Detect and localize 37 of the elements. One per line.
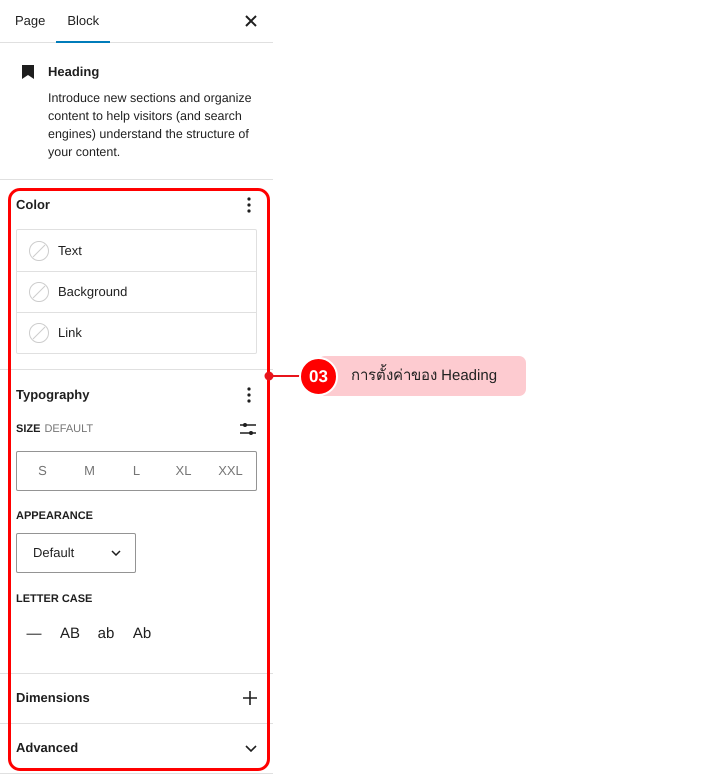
tab[interactable]: Page: [4, 0, 56, 43]
size-option[interactable]: XXL: [207, 460, 254, 480]
letter-case-option[interactable]: Ab: [124, 616, 160, 652]
bookmark-icon: [22, 65, 34, 79]
section-title: Advanced: [16, 739, 78, 758]
appearance-select[interactable]: Default: [16, 533, 136, 573]
block-title: Heading: [48, 64, 100, 80]
size-label: SIZE: [16, 422, 40, 437]
section-title: Typography: [16, 386, 90, 404]
color-option[interactable]: Background: [17, 271, 256, 312]
empty-swatch-icon: [29, 323, 49, 343]
letter-case-option[interactable]: AB: [52, 616, 88, 652]
letter-case-option[interactable]: —: [16, 616, 52, 652]
letter-case-option[interactable]: ab: [88, 616, 124, 652]
letter-case-label: LETTER CASE: [16, 592, 94, 607]
size-option[interactable]: S: [19, 460, 66, 480]
section-title: Color: [16, 196, 50, 214]
empty-swatch-icon: [29, 240, 49, 260]
size-value: DEFAULT: [44, 422, 94, 437]
section-title: Dimensions: [16, 689, 90, 708]
plus-icon[interactable]: [243, 691, 257, 705]
color-option[interactable]: Link: [17, 312, 256, 353]
tab[interactable]: Block: [56, 0, 110, 43]
block-description: Introduce new sections and organize content to help visitors (and search engines) understand the structure of your content.: [48, 90, 253, 161]
empty-swatch-icon: [29, 282, 49, 302]
step-number: 03: [299, 357, 338, 396]
sliders-icon[interactable]: [239, 421, 257, 438]
appearance-label: APPEARANCE: [16, 508, 94, 524]
more-options-icon[interactable]: [247, 197, 251, 213]
more-options-icon[interactable]: [247, 387, 251, 403]
chevron-down-icon: [111, 550, 121, 556]
size-option[interactable]: XL: [160, 460, 207, 480]
color-option[interactable]: Text: [17, 230, 256, 271]
close-icon[interactable]: [245, 15, 257, 27]
chevron-down-icon[interactable]: [245, 744, 257, 752]
size-option[interactable]: M: [66, 460, 113, 480]
size-option[interactable]: L: [113, 460, 160, 480]
